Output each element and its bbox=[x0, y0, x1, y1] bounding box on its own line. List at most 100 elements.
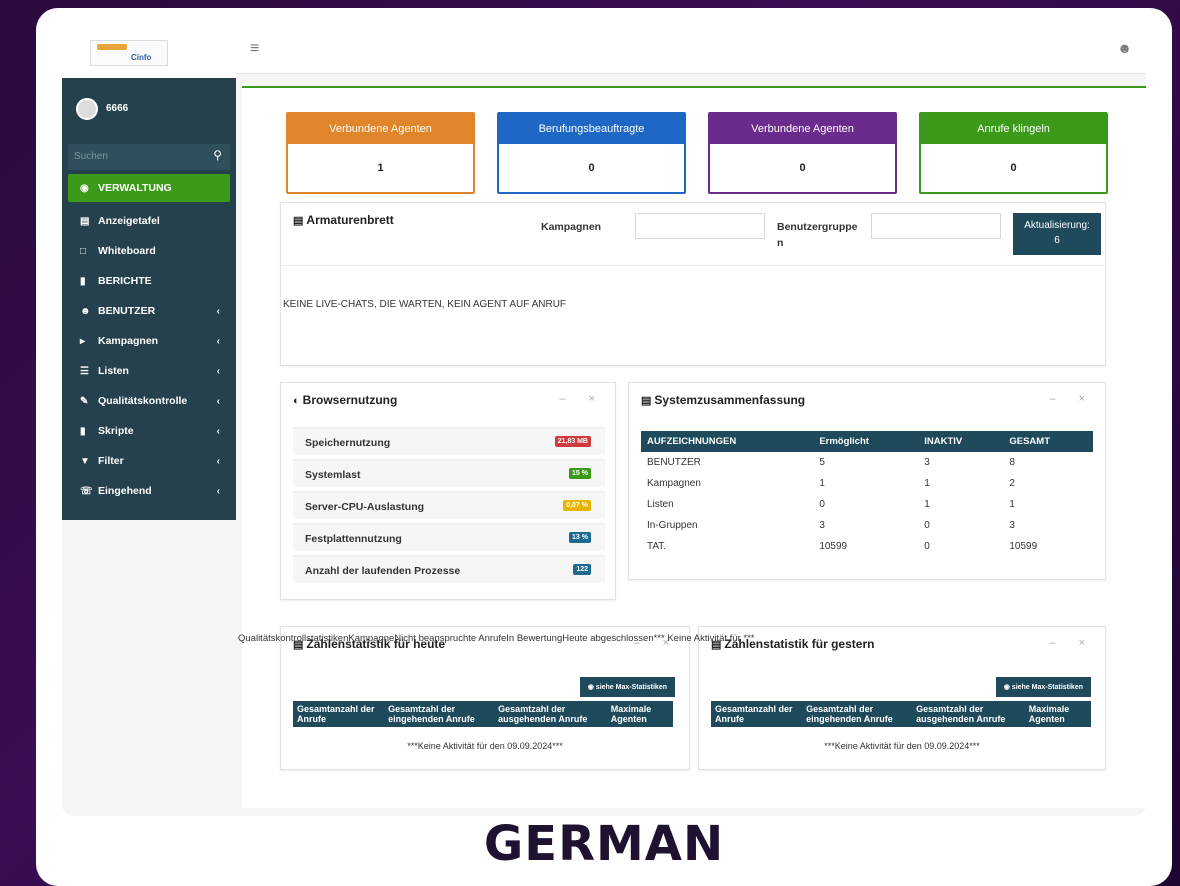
kpi-card: Verbundene Agenten 1 bbox=[286, 112, 475, 194]
kpi-title: Verbundene Agenten bbox=[710, 114, 895, 144]
table-cell: 0 bbox=[924, 520, 930, 531]
sidebar-item-label: BERICHTE bbox=[98, 275, 152, 287]
stats-yesterday-panel: ▤ Zahlenstatistik für gestern – × ◉ siehe… bbox=[698, 626, 1106, 770]
company-logo[interactable]: Cinfo bbox=[90, 40, 168, 66]
search-input[interactable]: Suchen bbox=[74, 151, 108, 162]
table-cell: 1 bbox=[819, 478, 825, 489]
phone-icon: ☏ bbox=[80, 485, 93, 497]
panel-tools[interactable]: – × bbox=[559, 393, 605, 405]
chevron-left-icon: ‹ bbox=[216, 485, 220, 497]
usage-label: Anzahl der laufenden Prozesse bbox=[305, 565, 461, 577]
search-icon[interactable]: ⚲ bbox=[213, 148, 222, 162]
table-header: Maximale Agenten bbox=[1024, 701, 1091, 727]
table-cell: 8 bbox=[1009, 457, 1015, 468]
campaigns-input[interactable] bbox=[635, 213, 765, 239]
top-navbar: ≡ ☻ bbox=[236, 30, 1146, 74]
max-stats-button[interactable]: ◉ siehe Max-Statistiken bbox=[579, 677, 675, 697]
language-title: GERMAN bbox=[483, 816, 725, 872]
table-cell: 1 bbox=[924, 478, 930, 489]
system-summary-title: ▤ Systemzusammenfassung bbox=[641, 393, 806, 407]
dashboard-icon: ◉ bbox=[80, 182, 89, 194]
table-cell: Listen bbox=[647, 499, 674, 510]
table-cell: 2 bbox=[1009, 478, 1015, 489]
sidebar-item-eingehend[interactable]: ☏ Eingehend ‹ bbox=[62, 476, 236, 506]
sidebar-item-listen[interactable]: ☰ Listen ‹ bbox=[62, 356, 236, 386]
sidebar-item-label: Eingehend bbox=[98, 485, 152, 497]
table-cell: 10599 bbox=[1009, 541, 1038, 552]
table-cell: 1 bbox=[924, 499, 930, 510]
sidebar-item-label: Whiteboard bbox=[98, 245, 156, 257]
table-header: Gesamtzahl der ausgehenden Anrufe bbox=[494, 701, 607, 727]
campaigns-label: Kampagnen bbox=[541, 221, 602, 233]
table-header: Gesamtzahl der eingehenden Anrufe bbox=[802, 701, 913, 727]
file-icon: ▮ bbox=[80, 275, 86, 287]
kpi-value: 0 bbox=[1010, 162, 1017, 174]
usergroups-input[interactable] bbox=[871, 213, 1001, 239]
table-header: Ermöglicht bbox=[813, 431, 919, 452]
table-header: Gesamtzahl der ausgehenden Anrufe bbox=[912, 701, 1025, 727]
table-header: Gesamtanzahl der Anrufe bbox=[711, 701, 803, 727]
usage-badge: 0,07 % bbox=[563, 500, 591, 511]
file-icon: ▮ bbox=[80, 425, 86, 437]
table-cell: 1 bbox=[1009, 499, 1015, 510]
main-content: Verbundene Agenten 1 Berufungsbeauftragte 0… bbox=[242, 86, 1146, 808]
list-icon: ☰ bbox=[80, 365, 89, 377]
sidebar-item-kampagnen[interactable]: ▸ Kampagnen ‹ bbox=[62, 326, 236, 356]
kpi-value: 0 bbox=[799, 162, 806, 174]
table-header: Gesamtanzahl der Anrufe bbox=[293, 701, 385, 727]
table-header: AUFZEICHNUNGEN bbox=[641, 431, 814, 452]
sidebar-item-anzeigetafel[interactable]: ▤ Anzeigetafel bbox=[62, 206, 236, 236]
user-icon[interactable]: ☻ bbox=[1117, 40, 1132, 56]
no-activity-message: ***Keine Aktivität für den 09.09.2024*** bbox=[824, 741, 980, 751]
usage-row: Festplattennutzung 13 % bbox=[293, 523, 605, 551]
dashboard-panel: ▤ Armaturenbrett Kampagnen Benutzergruppe… bbox=[280, 202, 1106, 366]
usergroups-label-wrap: n bbox=[777, 237, 784, 249]
kpi-card: Berufungsbeauftragte 0 bbox=[497, 112, 686, 194]
sidebar-item-benutzer[interactable]: ☻ BENUTZER ‹ bbox=[62, 296, 236, 326]
hamburger-icon[interactable]: ≡ bbox=[250, 40, 259, 58]
sidebar-item-whiteboard[interactable]: □ Whiteboard bbox=[62, 236, 236, 266]
table-cell: 3 bbox=[819, 520, 825, 531]
panel-tools[interactable]: – × bbox=[1049, 637, 1095, 649]
usage-label: Server-CPU-Auslastung bbox=[305, 501, 425, 513]
table-cell: 10599 bbox=[819, 541, 848, 552]
usage-row: Systemlast 15 % bbox=[293, 459, 605, 487]
sidebar-item-label: Kampagnen bbox=[98, 335, 159, 347]
stats-yesterday-table: Gesamtanzahl der Anrufe Gesamtzahl der ei… bbox=[711, 701, 1091, 727]
sidebar-item-verwaltung[interactable]: ◉ VERWALTUNG bbox=[68, 174, 230, 202]
kpi-title: Berufungsbeauftragte bbox=[499, 114, 684, 144]
table-cell: 0 bbox=[819, 499, 825, 510]
chevron-left-icon: ‹ bbox=[216, 395, 220, 407]
max-stats-button[interactable]: ◉ siehe Max-Statistiken bbox=[995, 677, 1091, 697]
usage-label: Systemlast bbox=[305, 469, 361, 481]
sidebar-item-berichte[interactable]: ▮ BERICHTE bbox=[62, 266, 236, 296]
refresh-button[interactable]: Aktualisierung: 6 bbox=[1013, 213, 1101, 255]
kpi-value: 0 bbox=[588, 162, 595, 174]
sidebar-search[interactable]: Suchen ⚲ bbox=[68, 144, 230, 170]
table-row: Kampagnen 1 1 2 bbox=[641, 473, 1093, 494]
sidebar-item-skripte[interactable]: ▮ Skripte ‹ bbox=[62, 416, 236, 446]
table-header: INAKTIV bbox=[918, 431, 1004, 452]
user-icon: ☻ bbox=[80, 305, 91, 317]
system-summary-table: AUFZEICHNUNGEN Ermöglicht INAKTIV GESAMT BE… bbox=[641, 431, 1093, 557]
browser-usage-title: ◐ Browsernutzung bbox=[293, 393, 398, 407]
chevron-left-icon: ‹ bbox=[216, 305, 220, 317]
no-activity-message: ***Keine Aktivität für den 09.09.2024*** bbox=[407, 741, 563, 751]
kpi-card: Anrufe klingeln 0 bbox=[919, 112, 1108, 194]
sidebar-item-qualitätskontrolle[interactable]: ✎ Qualitätskontrolle ‹ bbox=[62, 386, 236, 416]
sidebar-user[interactable]: 6666 bbox=[62, 78, 236, 138]
app-screenshot: Cinfo ≡ ☻ 6666 Suchen ⚲ ◉ VERWALTUNG ▤ Anze… bbox=[62, 30, 1146, 816]
chevron-left-icon: ‹ bbox=[216, 455, 220, 467]
sidebar: 6666 Suchen ⚲ ◉ VERWALTUNG ▤ Anzeigetafel □ W… bbox=[62, 78, 236, 520]
usage-badge: 122 bbox=[573, 564, 591, 575]
panel-tools[interactable]: – × bbox=[1049, 393, 1095, 405]
sidebar-item-filter[interactable]: ▼ Filter ‹ bbox=[62, 446, 236, 476]
kpi-card: Verbundene Agenten 0 bbox=[708, 112, 897, 194]
avatar bbox=[76, 98, 98, 120]
stats-today-panel: ▤ Zahlenstatistik für heute – × ◉ siehe M… bbox=[280, 626, 690, 770]
usage-label: Festplattennutzung bbox=[305, 533, 402, 545]
system-summary-panel: ▤ Systemzusammenfassung – × AUFZEICHNUNGE… bbox=[628, 382, 1106, 580]
table-cell: BENUTZER bbox=[647, 457, 701, 468]
sidebar-item-label: BENUTZER bbox=[98, 305, 156, 317]
table-header: Maximale Agenten bbox=[606, 701, 673, 727]
